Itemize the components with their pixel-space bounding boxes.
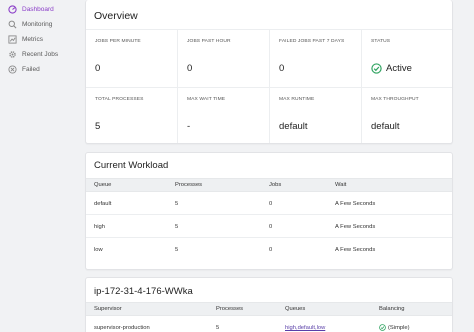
processes-cell: 5 (216, 325, 220, 331)
stat-value: 0 (279, 63, 285, 74)
status-value: Active (371, 63, 412, 74)
column-header: Balancing (379, 306, 405, 312)
sidebar-item-dashboard[interactable]: Dashboard (8, 2, 54, 16)
supervisor-card: ip-172-31-4-176-WWka Supervisor Processe… (85, 277, 453, 332)
column-header: Processes (175, 182, 203, 188)
sidebar-item-label: Metrics (22, 35, 43, 43)
wait-cell: A Few Seconds (335, 247, 376, 253)
close-circle-icon (8, 64, 17, 74)
stat-value: 0 (187, 63, 193, 74)
stat-total-processes: TOTAL PROCESSES 5 (86, 87, 178, 143)
queue-cell: high (94, 224, 105, 230)
sidebar-item-recent-jobs[interactable]: Recent Jobs (8, 47, 58, 61)
stats-grid: JOBS PER MINUTE 0 JOBS PAST HOUR 0 FAILE… (86, 29, 452, 143)
stat-value: default (371, 121, 400, 132)
workload-title: Current Workload (94, 160, 169, 171)
supervisor-name-cell: supervisor-production (94, 325, 150, 331)
stat-value: default (279, 121, 308, 132)
sidebar-item-label: Monitoring (22, 20, 53, 28)
stat-label: MAX THROUGHPUT (371, 97, 419, 102)
jobs-cell: 0 (269, 247, 273, 253)
stat-value: - (187, 121, 191, 132)
balancing-cell: (Simple) (379, 324, 410, 331)
wait-cell: A Few Seconds (335, 201, 376, 207)
table-header: Queue Processes Jobs Wait (86, 178, 452, 192)
status-text: Active (386, 63, 412, 74)
stat-label: FAILED JOBS PAST 7 DAYS (279, 39, 345, 44)
processes-cell: 5 (175, 201, 179, 207)
sidebar-item-label: Dashboard (22, 5, 54, 13)
column-header: Queues (285, 306, 306, 312)
processes-cell: 5 (175, 224, 179, 230)
stat-label: MAX WAIT TIME (187, 97, 226, 102)
stat-max-runtime: MAX RUNTIME default (270, 87, 362, 143)
table-row: high 5 0 A Few Seconds (86, 215, 452, 238)
workload-card: Current Workload Queue Processes Jobs Wa… (85, 152, 453, 270)
stat-label: TOTAL PROCESSES (95, 97, 144, 102)
dashboard-icon (8, 4, 17, 14)
stat-label: JOBS PAST HOUR (187, 39, 231, 44)
supervisor-title: ip-172-31-4-176-WWka (94, 286, 193, 297)
sidebar-item-failed[interactable]: Failed (8, 62, 40, 76)
sidebar: Dashboard Monitoring Metrics Recent Jobs… (0, 0, 80, 332)
stat-failed-jobs: FAILED JOBS PAST 7 DAYS 0 (270, 30, 362, 87)
check-circle-icon (371, 63, 382, 74)
sidebar-item-label: Failed (22, 65, 40, 73)
stat-max-throughput: MAX THROUGHPUT default (362, 87, 452, 143)
stat-label: JOBS PER MINUTE (95, 39, 141, 44)
table-row: supervisor-production 5 high,default,low… (86, 316, 452, 332)
sidebar-item-metrics[interactable]: Metrics (8, 32, 43, 46)
check-circle-icon (379, 324, 386, 331)
stat-status: STATUS Active (362, 30, 452, 87)
wait-cell: A Few Seconds (335, 224, 376, 230)
overview-card: Overview JOBS PER MINUTE 0 JOBS PAST HOU… (85, 0, 453, 144)
column-header: Wait (335, 182, 347, 188)
column-header: Processes (216, 306, 244, 312)
gear-icon (8, 50, 17, 59)
jobs-cell: 0 (269, 201, 273, 207)
jobs-cell: 0 (269, 224, 273, 230)
processes-cell: 5 (175, 247, 179, 253)
column-header: Jobs (269, 182, 282, 188)
stat-label: MAX RUNTIME (279, 97, 315, 102)
stat-max-wait-time: MAX WAIT TIME - (178, 87, 270, 143)
overview-title: Overview (94, 10, 138, 22)
stat-value: 5 (95, 121, 101, 132)
stat-jobs-past-hour: JOBS PAST HOUR 0 (178, 30, 270, 87)
stat-jobs-per-minute: JOBS PER MINUTE 0 (86, 30, 178, 87)
queue-cell: default (94, 201, 112, 207)
table-row: low 5 0 A Few Seconds (86, 238, 452, 261)
column-header: Supervisor (94, 306, 122, 312)
stat-label: STATUS (371, 39, 391, 44)
sidebar-item-label: Recent Jobs (22, 50, 59, 58)
sidebar-item-monitoring[interactable]: Monitoring (8, 17, 52, 31)
table-row: default 5 0 A Few Seconds (86, 192, 452, 215)
column-header: Queue (94, 182, 112, 188)
table-header: Supervisor Processes Queues Balancing (86, 302, 452, 316)
queues-link[interactable]: high,default,low (285, 325, 325, 331)
chart-icon (8, 34, 17, 44)
search-icon (8, 20, 17, 29)
stat-value: 0 (95, 63, 101, 74)
queue-cell: low (94, 247, 103, 253)
balancing-text: (Simple) (388, 324, 410, 331)
